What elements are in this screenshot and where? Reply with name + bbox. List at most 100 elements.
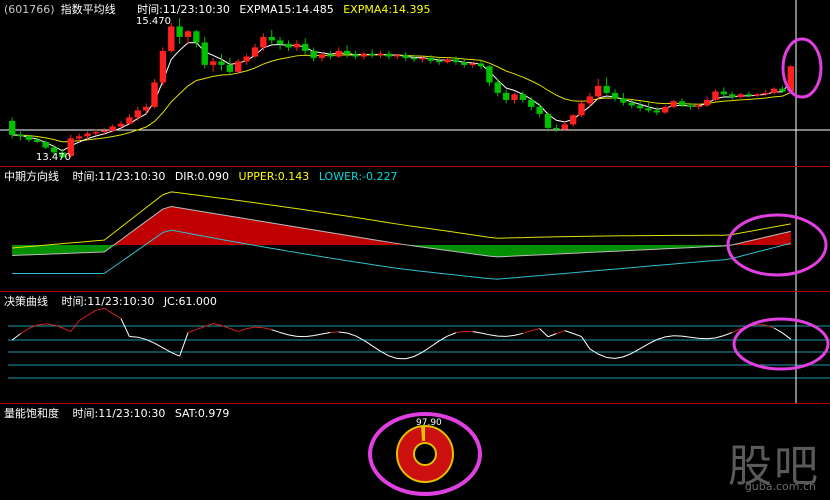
candle-body	[653, 110, 661, 113]
direction-title: 中期方向线	[4, 170, 59, 183]
jc-segment	[514, 332, 524, 336]
direction-chart	[12, 167, 828, 291]
jc-segment	[388, 355, 398, 360]
jc-segment	[773, 327, 783, 334]
upper-value: UPPER:0.143	[238, 170, 310, 183]
jc-segment	[112, 312, 122, 319]
dir-value: DIR:0.090	[174, 170, 230, 183]
candle-body	[737, 94, 744, 98]
candle-body	[134, 110, 141, 118]
price-chart	[0, 0, 830, 166]
decision-header: 决策曲线 时间:11/23:10:30 JC:61.000	[4, 293, 223, 309]
jc-segment	[313, 333, 323, 337]
candle-body	[235, 61, 242, 72]
jc-segment	[531, 328, 540, 332]
decision-title: 决策曲线	[4, 295, 48, 308]
candle-body	[193, 31, 200, 43]
candle-body	[578, 103, 585, 116]
candle-body	[519, 94, 527, 100]
candle-body	[586, 96, 594, 104]
jc-segment	[606, 356, 616, 359]
jc-segment	[539, 328, 549, 338]
lower-value: LOWER:-0.227	[318, 170, 398, 183]
candle-body	[745, 94, 753, 96]
jc-segment	[506, 334, 515, 337]
candle-body	[720, 91, 728, 95]
price-panel: (601766) 指数平均线 时间:11/23:10:30 EXPMA15:14.…	[0, 0, 830, 167]
candle-body	[486, 66, 493, 83]
candle-body	[419, 57, 426, 60]
saturation-header: 量能饱和度 时间:11/23:10:30 SAT:0.979	[4, 405, 235, 421]
price-title: 指数平均线	[60, 3, 116, 16]
jc-segment	[263, 327, 272, 331]
jc-segment	[681, 335, 691, 338]
candle-body	[662, 106, 669, 113]
jc-segment	[480, 332, 490, 336]
candle-body	[620, 98, 627, 103]
candle-body	[427, 57, 434, 61]
candle-body	[670, 101, 677, 107]
jc-segment	[614, 356, 624, 359]
jc-segment	[196, 326, 205, 331]
candle-body	[502, 92, 510, 100]
jc-segment	[572, 333, 582, 338]
saturation-time: 时间:11/23:10:30	[72, 407, 166, 420]
jc-segment	[723, 331, 733, 337]
jc-segment	[522, 330, 532, 334]
expma4-value: EXPMA4:14.395	[343, 3, 431, 16]
jc-segment	[430, 340, 440, 348]
candle-body	[553, 127, 560, 130]
jc-segment	[179, 332, 189, 357]
jc-segment	[472, 331, 482, 334]
jc-segment	[78, 314, 88, 321]
candle-body	[544, 113, 552, 128]
candle-body	[703, 99, 711, 106]
jc-segment	[447, 332, 457, 337]
jc-segment	[254, 326, 264, 329]
jc-segment	[137, 336, 147, 340]
jc-value: JC:61.000	[163, 295, 217, 308]
candle-body	[779, 88, 786, 92]
jc-segment	[28, 324, 38, 329]
candle-body	[268, 36, 275, 41]
price-header: (601766) 指数平均线 时间:11/23:10:30 EXPMA15:14.…	[4, 1, 437, 17]
jc-segment	[11, 333, 21, 341]
saturation-title: 量能饱和度	[4, 407, 59, 420]
candle-body	[402, 55, 409, 58]
jc-segment	[213, 322, 222, 326]
direction-panel: 中期方向线 时间:11/23:10:30 DIR:0.090 UPPER:0.1…	[0, 167, 830, 292]
jc-segment	[37, 323, 46, 326]
candle-body	[695, 105, 702, 107]
jc-segment	[556, 330, 565, 335]
jc-segment	[346, 332, 356, 337]
candle-body	[569, 115, 577, 125]
jc-segment	[715, 335, 724, 339]
candle-body	[25, 136, 33, 140]
candle-body	[628, 102, 635, 106]
candle-body	[84, 133, 91, 137]
dir-area-positive-top	[12, 206, 791, 245]
candle-body	[159, 50, 167, 83]
candle-body	[377, 53, 384, 56]
candle-body	[729, 94, 736, 98]
jc-segment	[707, 337, 716, 340]
high-price-label: 15.470	[136, 16, 171, 27]
jc-segment	[238, 328, 247, 333]
candle-body	[343, 50, 351, 55]
candle-body	[444, 59, 451, 63]
decision-time: 时间:11/23:10:30	[61, 295, 155, 308]
jc-segment	[623, 352, 632, 358]
candle-body	[561, 124, 568, 130]
jc-segment	[363, 339, 373, 347]
expma15-line	[12, 54, 792, 143]
donut-hole	[413, 442, 437, 466]
candle-body	[285, 43, 292, 48]
jc-segment	[321, 332, 331, 335]
expma15-value: EXPMA15:14.485	[239, 3, 334, 16]
candle-body	[184, 31, 192, 37]
dir-line	[12, 206, 791, 258]
dir-area-positive	[12, 206, 791, 257]
jc-segment	[598, 353, 607, 358]
candle-body	[251, 47, 259, 57]
low-price-label: 13.470	[36, 152, 71, 163]
